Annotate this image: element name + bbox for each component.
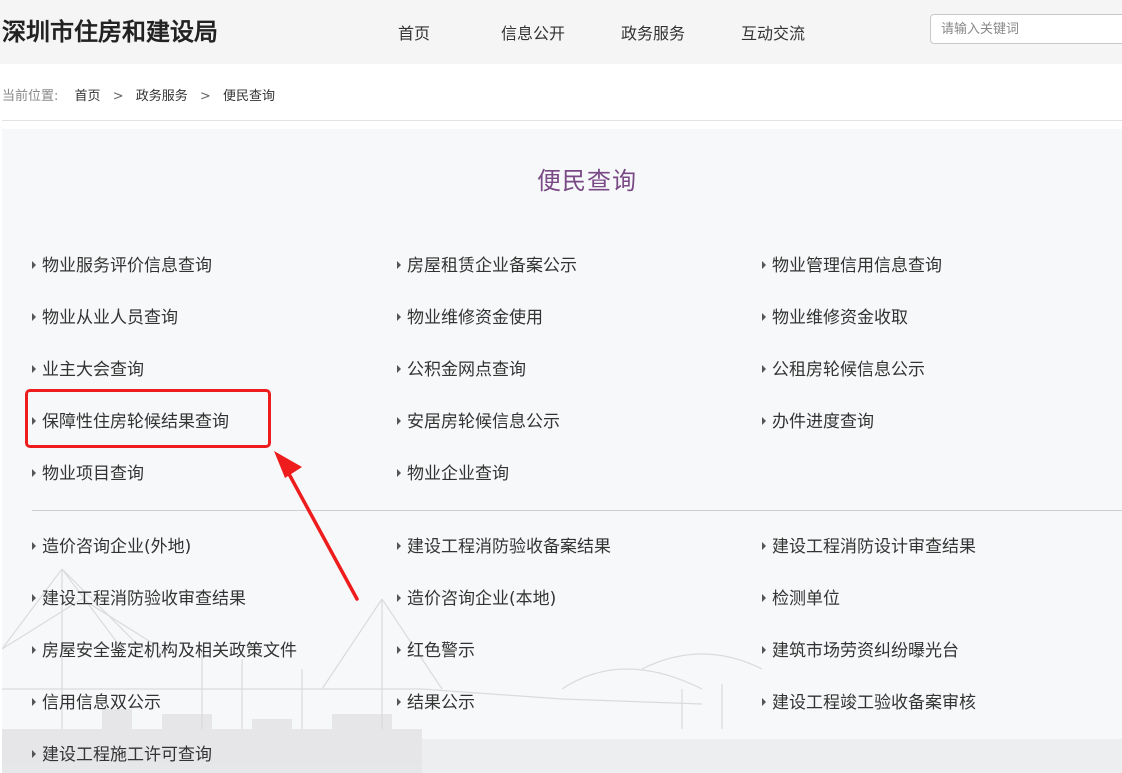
triangle-bullet-icon bbox=[397, 313, 401, 321]
triangle-bullet-icon bbox=[762, 313, 766, 321]
link-item[interactable]: 信用信息双公示 bbox=[32, 692, 161, 714]
search-input[interactable] bbox=[930, 14, 1122, 44]
main-panel: 便民查询 物业服务评价信息查询 房屋租赁企业备案公示 物业管理信用信息查询 物业… bbox=[2, 129, 1122, 773]
link-item[interactable]: 办件进度查询 bbox=[762, 411, 874, 433]
link-item[interactable]: 房屋安全鉴定机构及相关政策文件 bbox=[32, 640, 297, 662]
triangle-bullet-icon bbox=[762, 365, 766, 373]
link-label: 建设工程消防验收审查结果 bbox=[42, 589, 246, 609]
site-title[interactable]: 深圳市住房和建设局 bbox=[2, 12, 218, 47]
triangle-bullet-icon bbox=[397, 698, 401, 706]
link-label: 业主大会查询 bbox=[42, 360, 144, 380]
breadcrumb-current[interactable]: 便民查询 bbox=[223, 89, 275, 104]
link-item[interactable]: 物业项目查询 bbox=[32, 463, 144, 485]
page-title: 便民查询 bbox=[537, 167, 637, 195]
breadcrumb-gov-service[interactable]: 政务服务 bbox=[136, 89, 188, 104]
link-item[interactable]: 物业管理信用信息查询 bbox=[762, 255, 942, 277]
link-label: 房屋安全鉴定机构及相关政策文件 bbox=[42, 641, 297, 661]
link-item[interactable]: 物业维修资金使用 bbox=[397, 307, 543, 329]
link-label: 建筑市场劳资纠纷曝光台 bbox=[772, 641, 959, 661]
link-label: 建设工程消防设计审查结果 bbox=[772, 537, 976, 557]
link-item[interactable]: 物业服务评价信息查询 bbox=[32, 255, 212, 277]
link-item[interactable]: 业主大会查询 bbox=[32, 359, 144, 381]
triangle-bullet-icon bbox=[397, 261, 401, 269]
link-item[interactable]: 建设工程消防设计审查结果 bbox=[762, 536, 976, 558]
link-item[interactable]: 物业企业查询 bbox=[397, 463, 509, 485]
triangle-bullet-icon bbox=[762, 542, 766, 550]
link-item[interactable]: 检测单位 bbox=[762, 588, 840, 610]
triangle-bullet-icon bbox=[32, 542, 36, 550]
link-item[interactable]: 物业从业人员查询 bbox=[32, 307, 178, 329]
link-label: 安居房轮候信息公示 bbox=[407, 412, 560, 432]
link-label: 红色警示 bbox=[407, 641, 475, 661]
link-item[interactable]: 造价咨询企业(外地) bbox=[32, 536, 191, 558]
triangle-bullet-icon bbox=[32, 261, 36, 269]
nav-info-public[interactable]: 信息公开 bbox=[501, 20, 565, 44]
link-label: 办件进度查询 bbox=[772, 412, 874, 432]
link-item[interactable]: 物业维修资金收取 bbox=[762, 307, 908, 329]
red-highlight-box bbox=[25, 389, 271, 448]
triangle-bullet-icon bbox=[32, 469, 36, 477]
link-label: 物业维修资金收取 bbox=[772, 308, 908, 328]
triangle-bullet-icon bbox=[32, 750, 36, 758]
nav-home[interactable]: 首页 bbox=[398, 20, 430, 44]
link-item[interactable]: 结果公示 bbox=[397, 692, 475, 714]
triangle-bullet-icon bbox=[397, 542, 401, 550]
link-item[interactable]: 建设工程施工许可查询 bbox=[32, 744, 212, 766]
link-label: 信用信息双公示 bbox=[42, 693, 161, 713]
link-label: 物业项目查询 bbox=[42, 464, 144, 484]
triangle-bullet-icon bbox=[762, 594, 766, 602]
breadcrumb-separator: > bbox=[199, 89, 211, 104]
link-label: 公租房轮候信息公示 bbox=[772, 360, 925, 380]
link-label: 公积金网点查询 bbox=[407, 360, 526, 380]
triangle-bullet-icon bbox=[32, 698, 36, 706]
link-label: 造价咨询企业(本地) bbox=[407, 589, 557, 609]
triangle-bullet-icon bbox=[397, 469, 401, 477]
breadcrumb: 当前位置: 首页 > 政务服务 > 便民查询 bbox=[2, 85, 275, 104]
triangle-bullet-icon bbox=[397, 646, 401, 654]
link-label: 房屋租赁企业备案公示 bbox=[407, 256, 577, 276]
link-item[interactable]: 造价咨询企业(本地) bbox=[397, 588, 556, 610]
link-item[interactable]: 建设工程消防验收备案结果 bbox=[397, 536, 611, 558]
link-label: 物业维修资金使用 bbox=[407, 308, 543, 328]
link-label: 物业服务评价信息查询 bbox=[42, 256, 212, 276]
triangle-bullet-icon bbox=[762, 417, 766, 425]
link-label: 结果公示 bbox=[407, 693, 475, 713]
breadcrumb-separator: > bbox=[112, 89, 124, 104]
link-label: 建设工程施工许可查询 bbox=[42, 745, 212, 765]
link-label: 物业管理信用信息查询 bbox=[772, 256, 942, 276]
breadcrumb-home[interactable]: 首页 bbox=[75, 89, 101, 104]
bridge-background-art bbox=[2, 568, 1122, 773]
link-label: 建设工程竣工验收备案审核 bbox=[772, 693, 976, 713]
triangle-bullet-icon bbox=[32, 365, 36, 373]
link-label: 检测单位 bbox=[772, 589, 840, 609]
triangle-bullet-icon bbox=[32, 594, 36, 602]
link-item[interactable]: 公积金网点查询 bbox=[397, 359, 526, 381]
link-label: 物业从业人员查询 bbox=[42, 308, 178, 328]
link-item[interactable]: 红色警示 bbox=[397, 640, 475, 662]
triangle-bullet-icon bbox=[762, 698, 766, 706]
link-item[interactable]: 建设工程消防验收审查结果 bbox=[32, 588, 246, 610]
link-item[interactable]: 公租房轮候信息公示 bbox=[762, 359, 925, 381]
nav-gov-service[interactable]: 政务服务 bbox=[621, 20, 685, 44]
link-item[interactable]: 房屋租赁企业备案公示 bbox=[397, 255, 577, 277]
site-header: 深圳市住房和建设局 首页 信息公开 政务服务 互动交流 bbox=[0, 0, 1122, 64]
triangle-bullet-icon bbox=[397, 594, 401, 602]
section-divider bbox=[32, 510, 1122, 511]
triangle-bullet-icon bbox=[397, 365, 401, 373]
breadcrumb-divider bbox=[2, 120, 1122, 121]
link-item[interactable]: 建设工程竣工验收备案审核 bbox=[762, 692, 976, 714]
link-item[interactable]: 建筑市场劳资纠纷曝光台 bbox=[762, 640, 959, 662]
link-label: 造价咨询企业(外地) bbox=[42, 537, 192, 557]
triangle-bullet-icon bbox=[32, 313, 36, 321]
link-label: 物业企业查询 bbox=[407, 464, 509, 484]
triangle-bullet-icon bbox=[32, 646, 36, 654]
link-item[interactable]: 安居房轮候信息公示 bbox=[397, 411, 560, 433]
triangle-bullet-icon bbox=[397, 417, 401, 425]
breadcrumb-prefix: 当前位置: bbox=[2, 89, 59, 104]
triangle-bullet-icon bbox=[762, 646, 766, 654]
link-label: 建设工程消防验收备案结果 bbox=[407, 537, 611, 557]
triangle-bullet-icon bbox=[762, 261, 766, 269]
nav-interaction[interactable]: 互动交流 bbox=[741, 20, 805, 44]
